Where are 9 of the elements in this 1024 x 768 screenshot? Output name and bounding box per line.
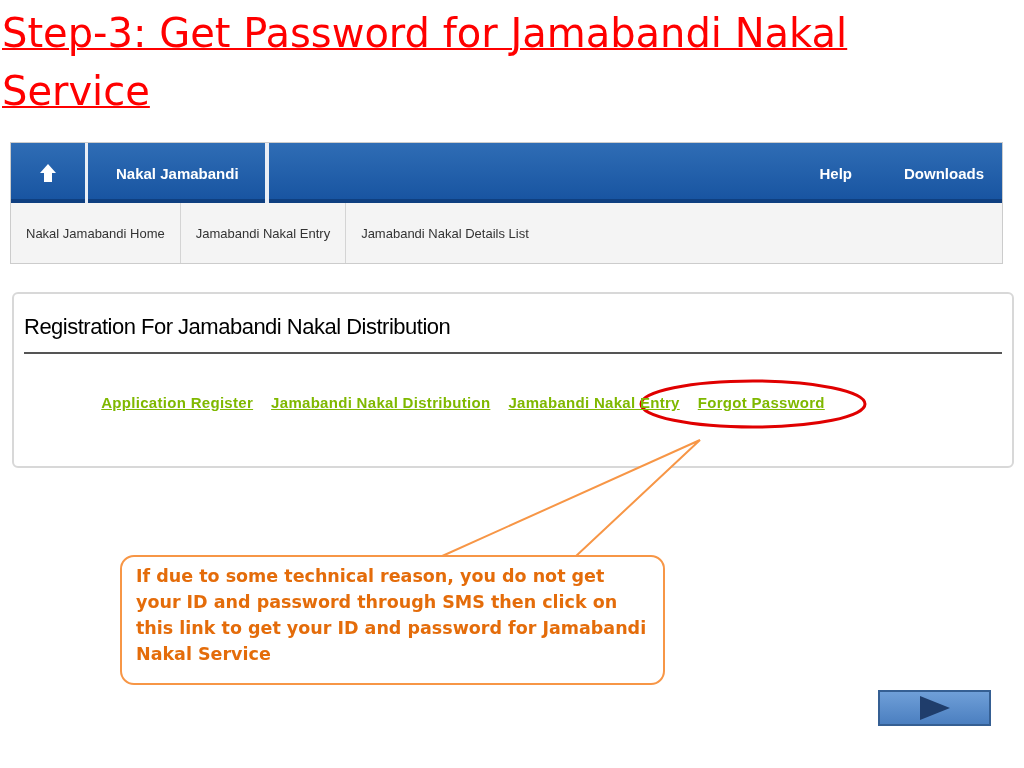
next-button[interactable] bbox=[878, 690, 991, 726]
sub-nav-item[interactable]: Jamabandi Nakal Entry bbox=[180, 203, 347, 263]
sub-nav-item[interactable]: Nakal Jamabandi Home bbox=[11, 203, 181, 263]
nav-link[interactable]: Downloads bbox=[870, 143, 1002, 203]
sub-nav-item[interactable]: Jamabandi Nakal Details List bbox=[346, 203, 544, 263]
panel-title: Registration For Jamabandi Nakal Distribution bbox=[24, 314, 1002, 354]
play-icon bbox=[919, 696, 950, 720]
slide-title: Step-3: Get Password for Jamabandi Nakal Service bbox=[1, 9, 849, 116]
nav-link[interactable]: Help bbox=[785, 143, 870, 203]
